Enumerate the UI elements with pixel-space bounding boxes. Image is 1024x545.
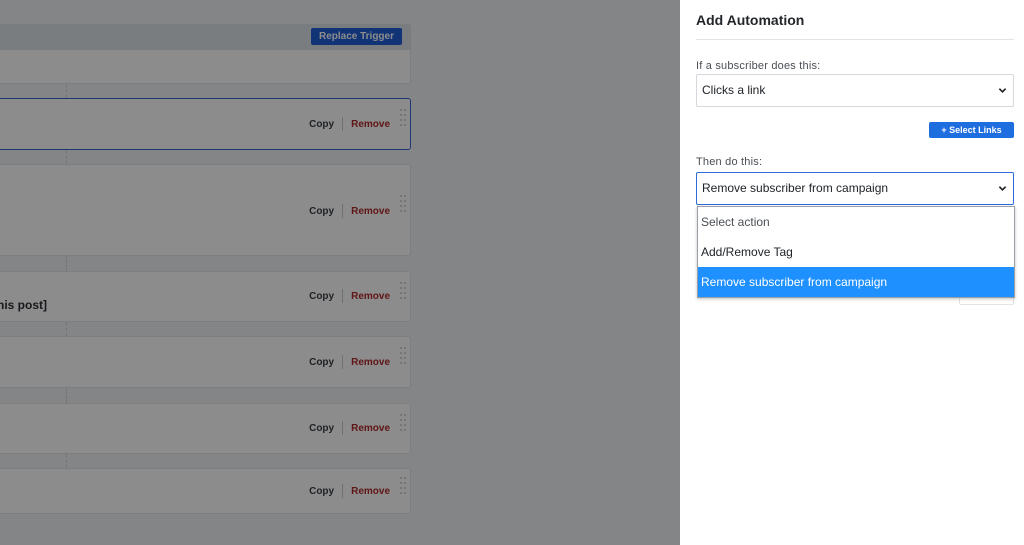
card-actions: Copy Remove: [309, 421, 390, 435]
copy-link[interactable]: Copy: [309, 206, 334, 217]
copy-link[interactable]: Copy: [309, 423, 334, 434]
card-text: his post]: [0, 298, 47, 312]
remove-link[interactable]: Remove: [351, 486, 390, 497]
card-actions: Copy Remove: [309, 204, 390, 218]
copy-link[interactable]: Copy: [309, 486, 334, 497]
connector-line: [66, 454, 67, 468]
trigger-label: If a subscriber does this:: [696, 60, 821, 72]
workflow-step-card[interactable]: Copy Remove: [0, 98, 411, 150]
action-dropdown-list: Select action Add/Remove Tag Remove subs…: [697, 206, 1015, 298]
select-links-button[interactable]: + Select Links: [929, 122, 1014, 138]
workflow-step-card[interactable]: Copy Remove: [0, 468, 411, 514]
remove-link[interactable]: Remove: [351, 119, 390, 130]
connector-line: [66, 150, 67, 164]
dropdown-option-remove-subscriber[interactable]: Remove subscriber from campaign: [698, 267, 1014, 297]
card-actions: Copy Remove: [309, 117, 390, 131]
copy-link[interactable]: Copy: [309, 291, 334, 302]
remove-link[interactable]: Remove: [351, 423, 390, 434]
trigger-select-value: Clicks a link: [702, 83, 766, 97]
action-select-value: Remove subscriber from campaign: [702, 181, 889, 195]
drag-handle-icon[interactable]: [400, 195, 406, 212]
remove-link[interactable]: Remove: [351, 291, 390, 302]
remove-link[interactable]: Remove: [351, 357, 390, 368]
connector-line: [66, 256, 67, 271]
connector-line: [66, 84, 67, 98]
trigger-card[interactable]: [0, 50, 411, 84]
action-select[interactable]: Remove subscriber from campaign: [696, 172, 1014, 205]
dropdown-option-select-action[interactable]: Select action: [698, 207, 1014, 237]
drag-handle-icon[interactable]: [400, 414, 406, 431]
action-label: Then do this:: [696, 156, 763, 168]
remove-link[interactable]: Remove: [351, 206, 390, 217]
copy-link[interactable]: Copy: [309, 357, 334, 368]
drag-handle-icon[interactable]: [400, 477, 406, 494]
divider: [342, 421, 344, 435]
workflow-step-card[interactable]: Copy Remove: [0, 403, 411, 454]
workflow-step-card[interactable]: Copy Remove: [0, 164, 411, 256]
workflow-step-card[interactable]: Copy Remove: [0, 336, 411, 388]
dropdown-option-add-remove-tag[interactable]: Add/Remove Tag: [698, 237, 1014, 267]
trigger-select[interactable]: Clicks a link: [696, 74, 1014, 107]
card-actions: Copy Remove: [309, 484, 390, 498]
workflow-step-card[interactable]: his post] Copy Remove: [0, 271, 411, 322]
card-actions: Copy Remove: [309, 289, 390, 303]
divider: [696, 39, 1014, 40]
trigger-card-header: Replace Trigger: [0, 24, 411, 50]
workflow-canvas: Replace Trigger Copy Remove Copy Remove …: [0, 0, 680, 545]
drag-handle-icon[interactable]: [400, 347, 406, 364]
copy-link[interactable]: Copy: [309, 119, 334, 130]
drag-handle-icon[interactable]: [400, 282, 406, 299]
divider: [342, 289, 344, 303]
divider: [342, 117, 344, 131]
chevron-down-icon: [998, 88, 1007, 93]
divider: [342, 355, 344, 369]
drag-handle-icon[interactable]: [400, 109, 406, 126]
connector-line: [66, 322, 67, 336]
card-actions: Copy Remove: [309, 355, 390, 369]
divider: [342, 204, 344, 218]
replace-trigger-button[interactable]: Replace Trigger: [310, 28, 402, 45]
divider: [342, 484, 344, 498]
chevron-down-icon: [998, 186, 1007, 191]
connector-line: [66, 388, 67, 403]
panel-title: Add Automation: [696, 12, 805, 28]
